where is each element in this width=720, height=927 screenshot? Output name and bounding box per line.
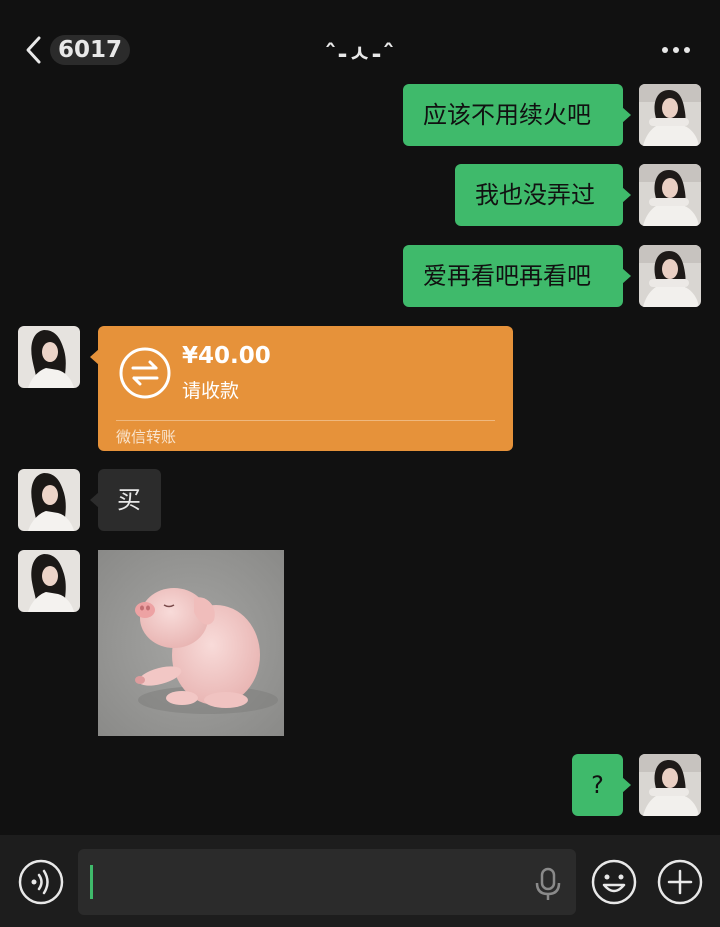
pig-sticker-image[interactable]	[98, 550, 284, 736]
transfer-arrows-icon	[119, 347, 171, 399]
microphone-icon[interactable]	[534, 867, 562, 901]
avatar-self[interactable]	[639, 754, 701, 816]
message-bubble-sent[interactable]: 爱再看吧再看吧	[403, 245, 631, 307]
transfer-status: 请收款	[182, 380, 240, 402]
chat-header: 6017 ˆ-ㅅ-ˆ	[0, 0, 720, 90]
plus-icon[interactable]	[657, 859, 703, 905]
avatar-self[interactable]	[639, 84, 701, 146]
more-dots-icon[interactable]	[660, 44, 692, 56]
chat-screen: 6017 ˆ-ㅅ-ˆ 应该不用续火吧 我也没弄过 爱再看吧再看吧 ¥40.00 …	[0, 0, 720, 927]
emoji-icon[interactable]	[591, 859, 637, 905]
message-bubble-sent[interactable]: ?	[572, 754, 631, 816]
avatar-contact[interactable]	[18, 326, 80, 388]
chat-title: ˆ-ㅅ-ˆ	[324, 40, 396, 68]
message-bubble-sent[interactable]: 我也没弄过	[455, 164, 631, 226]
message-input[interactable]	[78, 849, 576, 915]
input-bar	[0, 835, 720, 927]
avatar-self[interactable]	[639, 164, 701, 226]
text-caret	[90, 865, 93, 899]
avatar-contact[interactable]	[18, 469, 80, 531]
avatar-self[interactable]	[639, 245, 701, 307]
chevron-left-icon[interactable]	[22, 34, 48, 66]
voice-mode-icon[interactable]	[18, 859, 64, 905]
message-bubble-sent[interactable]: 应该不用续火吧	[403, 84, 631, 146]
transfer-amount: ¥40.00	[182, 343, 271, 369]
avatar-contact[interactable]	[18, 550, 80, 612]
transfer-card[interactable]: ¥40.00 请收款 微信转账	[90, 326, 513, 451]
transfer-footer-label: 微信转账	[116, 428, 177, 446]
message-bubble-received[interactable]: 买	[90, 469, 161, 531]
unread-count-badge[interactable]: 6017	[50, 35, 131, 65]
transfer-divider	[116, 420, 495, 421]
